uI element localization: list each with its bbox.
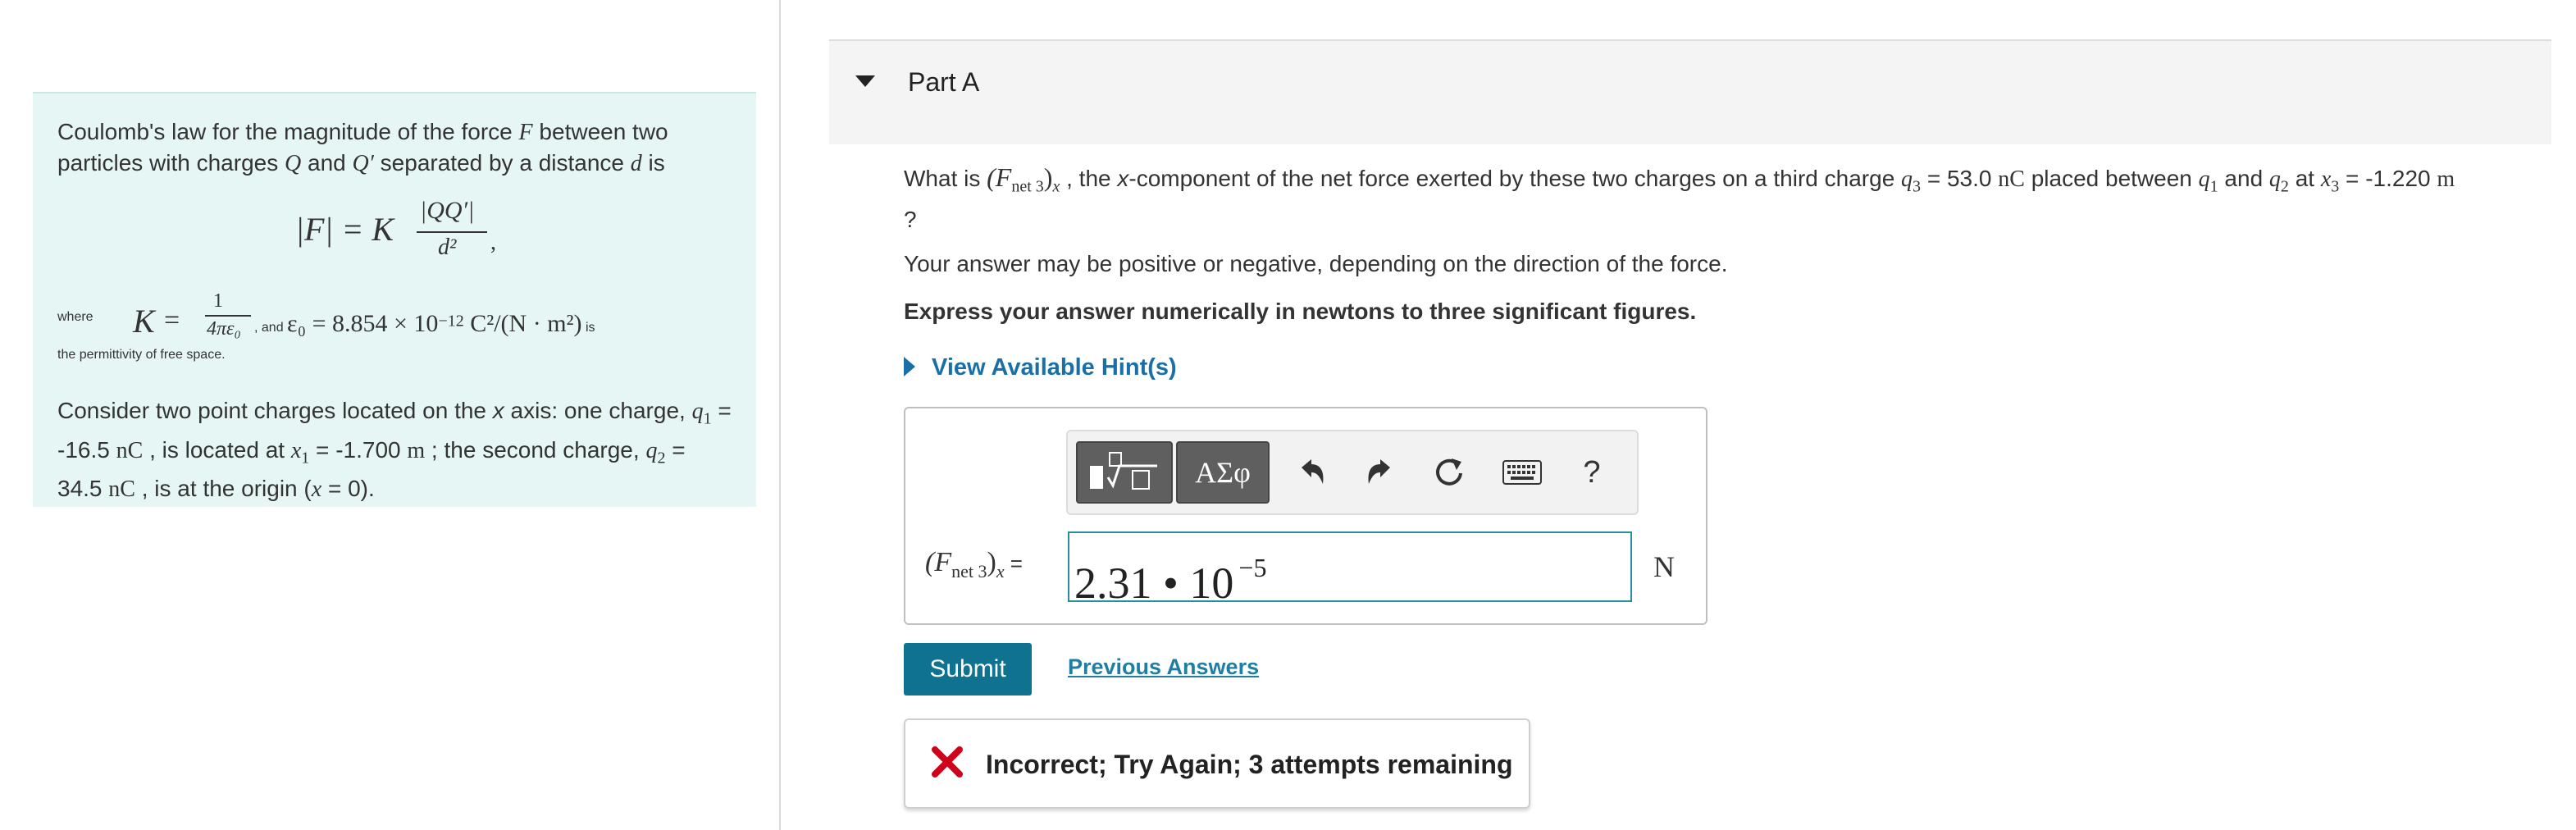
charge-setup-text: Consider two point charges located on th…	[57, 398, 732, 503]
previous-answers-link[interactable]: Previous Answers	[1068, 654, 1259, 680]
answer-panel: ΑΣφ ? (Fnet 3)x = 2.31 • 10 −5 N	[904, 407, 1707, 625]
keyboard-button[interactable]	[1491, 441, 1553, 504]
direction-hint-text: Your answer may be positive or negative,…	[904, 251, 1728, 276]
answer-instructions: Express your answer numerically in newto…	[904, 299, 1697, 324]
answer-unit: N	[1653, 550, 1675, 583]
keyboard-icon	[1502, 460, 1542, 485]
part-a-header[interactable]: Part A	[829, 39, 2551, 144]
help-button[interactable]: ?	[1563, 441, 1621, 504]
coulomb-formula: |F| = K |QQ′| d² ,	[295, 197, 496, 260]
undo-icon	[1302, 459, 1324, 484]
submit-button[interactable]: Submit	[904, 643, 1032, 695]
math-toolbar: ΑΣφ ?	[1066, 430, 1639, 515]
view-hints-link[interactable]: View Available Hint(s)	[904, 354, 1177, 381]
feedback-text: Incorrect; Try Again; 3 attempts remaini…	[986, 750, 1513, 779]
redo-icon	[1368, 459, 1390, 484]
column-divider	[779, 0, 781, 830]
feedback-banner: Incorrect; Try Again; 3 attempts remaini…	[904, 718, 1530, 809]
answer-variable-label: (Fnet 3)x =	[925, 547, 1023, 581]
redo-button[interactable]	[1352, 441, 1409, 504]
reset-icon	[1436, 458, 1462, 486]
part-title: Part A	[908, 67, 980, 97]
left-column: Coulomb's law for the magnitude of the f…	[0, 0, 779, 830]
greek-symbols-button[interactable]: ΑΣφ	[1176, 441, 1270, 504]
answer-input[interactable]: 2.31 • 10 −5	[1068, 531, 1632, 608]
undo-button[interactable]	[1283, 441, 1340, 504]
coulomb-law-text: Coulomb's law for the magnitude of the f…	[57, 119, 668, 176]
templates-button[interactable]	[1076, 441, 1173, 504]
expand-caret-icon	[904, 357, 915, 376]
collapse-caret-icon[interactable]	[855, 75, 875, 87]
constant-definition: where K = 1 4πε₀ , and ε₀ = 8.854 × 10−1…	[57, 290, 595, 362]
reset-button[interactable]	[1420, 441, 1478, 504]
problem-intro-box: Coulomb's law for the magnitude of the f…	[33, 92, 756, 507]
question-text: What is (Fnet 3)x , the x-component of t…	[904, 162, 2455, 232]
error-x-icon	[932, 746, 963, 778]
fraction-root-icon	[1090, 452, 1157, 490]
